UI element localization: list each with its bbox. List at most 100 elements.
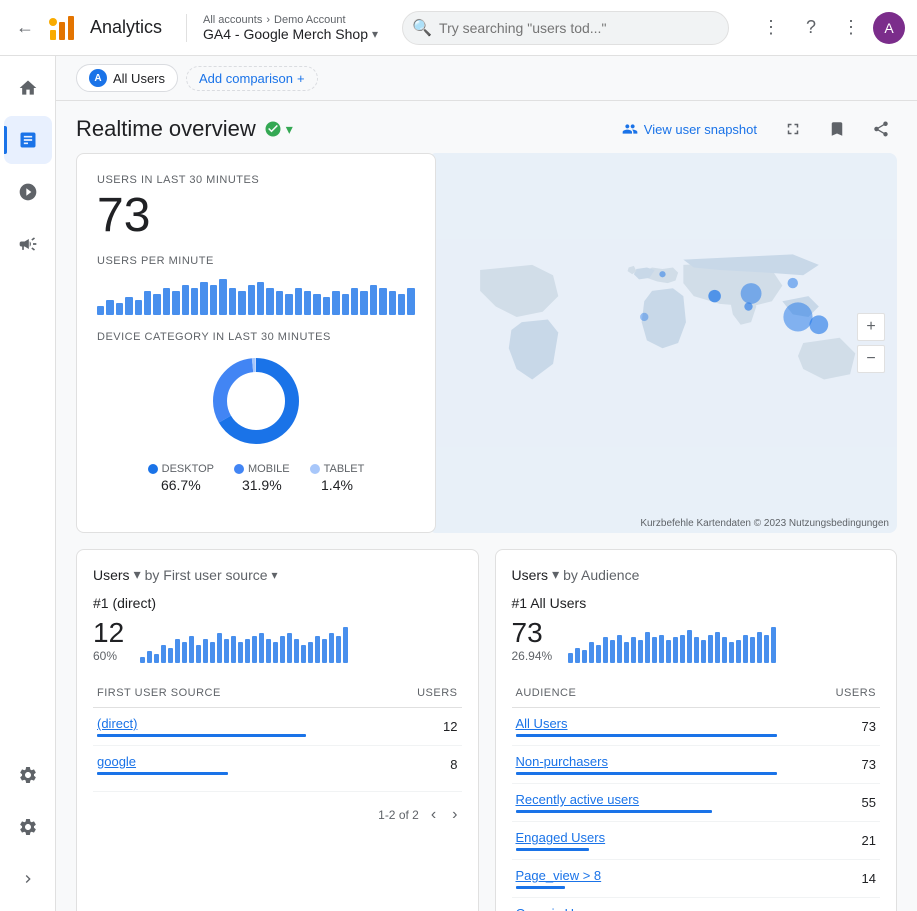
table-row[interactable]: Organic Users 7 — [512, 898, 881, 911]
audience-title: Users — [512, 567, 549, 583]
more-options-button[interactable]: ⋮ — [833, 10, 869, 46]
audience-name-cell: Engaged Users — [512, 822, 781, 860]
zoom-in-button[interactable]: + — [857, 313, 885, 341]
mini-chart-bar — [175, 639, 180, 663]
table-row[interactable]: Engaged Users 21 — [512, 822, 881, 860]
table-row[interactable]: Recently active users 55 — [512, 784, 881, 822]
all-users-segment-chip[interactable]: A All Users — [76, 64, 178, 92]
sidebar-item-configure[interactable] — [4, 751, 52, 799]
search-container: 🔍 — [402, 11, 729, 45]
bottom-section: Users ▾ by First user source ▾ #1 (direc… — [76, 549, 897, 911]
sidebar — [0, 56, 56, 911]
mini-chart-bar — [154, 654, 159, 663]
mini-chart-bar — [645, 632, 650, 663]
mini-chart-bar — [582, 650, 587, 663]
segment-label: All Users — [113, 71, 165, 86]
first-source-prev-btn[interactable]: ‹ — [427, 804, 440, 826]
grid-icon-button[interactable]: ⋮ — [753, 10, 789, 46]
property-selector[interactable]: GA4 - Google Merch Shop ▾ — [203, 26, 378, 42]
bar — [144, 291, 151, 315]
status-indicator[interactable]: ▾ — [264, 120, 293, 138]
bar — [248, 285, 255, 315]
avatar[interactable]: A — [873, 12, 905, 44]
share-button[interactable] — [865, 113, 897, 145]
search-input[interactable] — [402, 11, 729, 45]
mini-chart-bar — [182, 642, 187, 663]
donut-chart-svg — [206, 351, 306, 451]
table-row[interactable]: Page_view > 8 14 — [512, 860, 881, 898]
bar — [398, 294, 405, 315]
top-navigation: ← Analytics All accounts › Demo Account … — [0, 0, 917, 56]
mini-chart-bar — [280, 636, 285, 663]
mini-chart-bar — [301, 645, 306, 663]
mini-chart-bar — [638, 640, 643, 663]
sidebar-item-settings[interactable] — [4, 803, 52, 851]
sidebar-item-explore[interactable] — [4, 168, 52, 216]
mini-chart-bar — [161, 645, 166, 663]
audience-table: AUDIENCE USERS All Users 73 Non-purchase… — [512, 679, 881, 911]
bar — [182, 285, 189, 315]
fullscreen-button[interactable] — [777, 113, 809, 145]
property-dropdown-icon: ▾ — [372, 27, 378, 41]
table-row[interactable]: All Users 73 — [512, 708, 881, 746]
first-source-card-header: Users ▾ by First user source ▾ — [93, 566, 462, 583]
mini-chart-bar — [238, 642, 243, 663]
share-icon — [872, 120, 890, 138]
first-source-page-info: 1-2 of 2 — [378, 808, 419, 822]
zoom-out-button[interactable]: − — [857, 345, 885, 373]
help-icon-button[interactable]: ? — [793, 10, 829, 46]
mini-chart-bar — [322, 639, 327, 663]
audience-value-cell: 73 — [781, 708, 880, 746]
bar — [407, 288, 414, 315]
audience-col-header: AUDIENCE — [512, 679, 781, 708]
bar — [276, 291, 283, 315]
sidebar-item-advertising[interactable] — [4, 220, 52, 268]
fullscreen-icon — [784, 120, 802, 138]
app-body: A All Users Add comparison + Realtime ov… — [0, 56, 917, 911]
audience-top-value: 73 — [512, 617, 553, 649]
source-value-cell: 12 — [363, 708, 462, 746]
source-col-header: FIRST USER SOURCE — [93, 679, 363, 708]
audience-top-pct: 26.94% — [512, 649, 553, 663]
bar — [229, 288, 236, 315]
mini-chart-bar — [666, 640, 671, 663]
bar — [389, 291, 396, 315]
mini-chart-bar — [252, 636, 257, 663]
audience-dropdown-icon[interactable]: ▾ — [552, 566, 559, 583]
world-map: + − Kurzbefehle Kartendaten © 2023 Nutzu… — [428, 153, 897, 533]
table-row[interactable]: Non-purchasers 73 — [512, 746, 881, 784]
bar — [116, 303, 123, 315]
mini-chart-bar — [217, 633, 222, 663]
account-selector[interactable]: All accounts › Demo Account GA4 - Google… — [186, 14, 378, 42]
mobile-legend: MOBILE 31.9% — [234, 463, 290, 493]
settings-icon — [18, 817, 38, 837]
mini-chart-bar — [589, 642, 594, 663]
back-button[interactable]: ← — [12, 13, 38, 42]
bar — [332, 291, 339, 315]
expand-sidebar-button[interactable] — [4, 855, 52, 903]
mini-chart-bar — [147, 651, 152, 663]
mini-chart-bar — [659, 635, 664, 663]
audience-by: by Audience — [563, 567, 639, 583]
reports-icon — [18, 130, 38, 150]
search-icon: 🔍 — [412, 18, 432, 38]
first-source-next-btn[interactable]: › — [448, 804, 461, 826]
advertising-icon — [18, 234, 38, 254]
bookmark-button[interactable] — [821, 113, 853, 145]
top-section: USERS IN LAST 30 MINUTES 73 USERS PER MI… — [76, 153, 897, 533]
table-row[interactable]: (direct) 12 — [93, 708, 462, 746]
first-source-dropdown-icon[interactable]: ▾ — [134, 566, 141, 583]
sidebar-item-home[interactable] — [4, 64, 52, 112]
mini-chart-bar — [287, 633, 292, 663]
bar — [238, 291, 245, 315]
audience-top-row: 73 26.94% — [512, 617, 881, 663]
bar — [304, 291, 311, 315]
table-row[interactable]: google 8 — [93, 746, 462, 784]
mini-chart-bar — [568, 653, 573, 663]
audience-card: Users ▾ by Audience #1 All Users 73 26.9… — [495, 549, 898, 911]
sidebar-item-reports[interactable] — [4, 116, 52, 164]
view-snapshot-button[interactable]: View user snapshot — [614, 115, 765, 143]
add-comparison-button[interactable]: Add comparison + — [186, 66, 318, 91]
users-col-header: USERS — [363, 679, 462, 708]
first-source-by-dropdown[interactable]: ▾ — [272, 568, 278, 582]
